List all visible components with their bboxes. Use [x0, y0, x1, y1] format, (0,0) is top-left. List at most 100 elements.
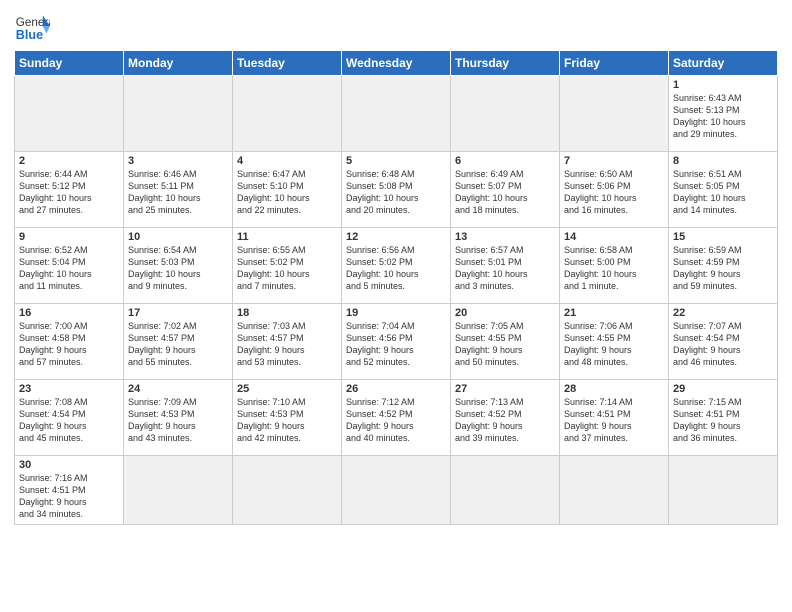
calendar-cell: 17Sunrise: 7:02 AM Sunset: 4:57 PM Dayli… — [124, 304, 233, 380]
day-number: 5 — [346, 155, 446, 167]
day-info: Sunrise: 6:52 AM Sunset: 5:04 PM Dayligh… — [19, 244, 119, 293]
calendar-cell: 27Sunrise: 7:13 AM Sunset: 4:52 PM Dayli… — [451, 380, 560, 456]
calendar-cell: 10Sunrise: 6:54 AM Sunset: 5:03 PM Dayli… — [124, 228, 233, 304]
day-info: Sunrise: 7:07 AM Sunset: 4:54 PM Dayligh… — [673, 320, 773, 369]
calendar-cell: 5Sunrise: 6:48 AM Sunset: 5:08 PM Daylig… — [342, 152, 451, 228]
calendar-week-6: 30Sunrise: 7:16 AM Sunset: 4:51 PM Dayli… — [15, 456, 778, 525]
col-header-sunday: Sunday — [15, 51, 124, 76]
day-info: Sunrise: 6:49 AM Sunset: 5:07 PM Dayligh… — [455, 168, 555, 217]
calendar-cell: 28Sunrise: 7:14 AM Sunset: 4:51 PM Dayli… — [560, 380, 669, 456]
day-number: 15 — [673, 231, 773, 243]
day-info: Sunrise: 6:47 AM Sunset: 5:10 PM Dayligh… — [237, 168, 337, 217]
day-info: Sunrise: 7:16 AM Sunset: 4:51 PM Dayligh… — [19, 472, 119, 521]
calendar-cell: 12Sunrise: 6:56 AM Sunset: 5:02 PM Dayli… — [342, 228, 451, 304]
calendar-cell — [451, 456, 560, 525]
day-info: Sunrise: 6:43 AM Sunset: 5:13 PM Dayligh… — [673, 92, 773, 141]
day-info: Sunrise: 6:44 AM Sunset: 5:12 PM Dayligh… — [19, 168, 119, 217]
calendar-cell — [342, 456, 451, 525]
day-info: Sunrise: 6:46 AM Sunset: 5:11 PM Dayligh… — [128, 168, 228, 217]
day-number: 23 — [19, 383, 119, 395]
calendar-cell: 11Sunrise: 6:55 AM Sunset: 5:02 PM Dayli… — [233, 228, 342, 304]
calendar-cell: 25Sunrise: 7:10 AM Sunset: 4:53 PM Dayli… — [233, 380, 342, 456]
svg-text:Blue: Blue — [16, 28, 43, 42]
calendar-cell — [560, 76, 669, 152]
calendar-cell: 21Sunrise: 7:06 AM Sunset: 4:55 PM Dayli… — [560, 304, 669, 380]
day-info: Sunrise: 7:04 AM Sunset: 4:56 PM Dayligh… — [346, 320, 446, 369]
day-info: Sunrise: 7:08 AM Sunset: 4:54 PM Dayligh… — [19, 396, 119, 445]
day-number: 19 — [346, 307, 446, 319]
logo: General Blue — [14, 10, 50, 46]
day-number: 30 — [19, 459, 119, 471]
day-info: Sunrise: 7:03 AM Sunset: 4:57 PM Dayligh… — [237, 320, 337, 369]
day-number: 21 — [564, 307, 664, 319]
calendar-cell — [124, 76, 233, 152]
day-info: Sunrise: 6:55 AM Sunset: 5:02 PM Dayligh… — [237, 244, 337, 293]
calendar-cell: 4Sunrise: 6:47 AM Sunset: 5:10 PM Daylig… — [233, 152, 342, 228]
calendar-cell: 16Sunrise: 7:00 AM Sunset: 4:58 PM Dayli… — [15, 304, 124, 380]
calendar-cell: 8Sunrise: 6:51 AM Sunset: 5:05 PM Daylig… — [669, 152, 778, 228]
day-info: Sunrise: 6:54 AM Sunset: 5:03 PM Dayligh… — [128, 244, 228, 293]
calendar-cell: 19Sunrise: 7:04 AM Sunset: 4:56 PM Dayli… — [342, 304, 451, 380]
calendar-cell — [233, 76, 342, 152]
day-info: Sunrise: 7:02 AM Sunset: 4:57 PM Dayligh… — [128, 320, 228, 369]
day-number: 17 — [128, 307, 228, 319]
calendar-week-5: 23Sunrise: 7:08 AM Sunset: 4:54 PM Dayli… — [15, 380, 778, 456]
header: General Blue — [14, 10, 778, 46]
day-info: Sunrise: 7:12 AM Sunset: 4:52 PM Dayligh… — [346, 396, 446, 445]
day-number: 2 — [19, 155, 119, 167]
calendar-header-row: SundayMondayTuesdayWednesdayThursdayFrid… — [15, 51, 778, 76]
day-number: 14 — [564, 231, 664, 243]
day-number: 22 — [673, 307, 773, 319]
calendar-cell: 6Sunrise: 6:49 AM Sunset: 5:07 PM Daylig… — [451, 152, 560, 228]
calendar-cell: 1Sunrise: 6:43 AM Sunset: 5:13 PM Daylig… — [669, 76, 778, 152]
col-header-friday: Friday — [560, 51, 669, 76]
calendar-cell — [342, 76, 451, 152]
calendar-cell: 2Sunrise: 6:44 AM Sunset: 5:12 PM Daylig… — [15, 152, 124, 228]
calendar-cell — [15, 76, 124, 152]
calendar-week-1: 1Sunrise: 6:43 AM Sunset: 5:13 PM Daylig… — [15, 76, 778, 152]
day-number: 24 — [128, 383, 228, 395]
calendar-cell: 26Sunrise: 7:12 AM Sunset: 4:52 PM Dayli… — [342, 380, 451, 456]
day-info: Sunrise: 7:06 AM Sunset: 4:55 PM Dayligh… — [564, 320, 664, 369]
calendar: SundayMondayTuesdayWednesdayThursdayFrid… — [14, 50, 778, 525]
day-info: Sunrise: 7:15 AM Sunset: 4:51 PM Dayligh… — [673, 396, 773, 445]
day-number: 27 — [455, 383, 555, 395]
calendar-cell: 9Sunrise: 6:52 AM Sunset: 5:04 PM Daylig… — [15, 228, 124, 304]
col-header-tuesday: Tuesday — [233, 51, 342, 76]
calendar-cell — [233, 456, 342, 525]
day-number: 25 — [237, 383, 337, 395]
day-number: 16 — [19, 307, 119, 319]
day-number: 8 — [673, 155, 773, 167]
calendar-cell: 29Sunrise: 7:15 AM Sunset: 4:51 PM Dayli… — [669, 380, 778, 456]
logo-icon: General Blue — [14, 10, 50, 46]
page: General Blue SundayMondayTuesdayWednesda… — [0, 0, 792, 612]
col-header-saturday: Saturday — [669, 51, 778, 76]
calendar-cell: 30Sunrise: 7:16 AM Sunset: 4:51 PM Dayli… — [15, 456, 124, 525]
calendar-cell: 7Sunrise: 6:50 AM Sunset: 5:06 PM Daylig… — [560, 152, 669, 228]
calendar-cell: 13Sunrise: 6:57 AM Sunset: 5:01 PM Dayli… — [451, 228, 560, 304]
calendar-cell: 22Sunrise: 7:07 AM Sunset: 4:54 PM Dayli… — [669, 304, 778, 380]
calendar-cell: 15Sunrise: 6:59 AM Sunset: 4:59 PM Dayli… — [669, 228, 778, 304]
calendar-cell: 18Sunrise: 7:03 AM Sunset: 4:57 PM Dayli… — [233, 304, 342, 380]
day-number: 18 — [237, 307, 337, 319]
day-info: Sunrise: 7:10 AM Sunset: 4:53 PM Dayligh… — [237, 396, 337, 445]
day-info: Sunrise: 6:51 AM Sunset: 5:05 PM Dayligh… — [673, 168, 773, 217]
day-info: Sunrise: 7:09 AM Sunset: 4:53 PM Dayligh… — [128, 396, 228, 445]
day-number: 9 — [19, 231, 119, 243]
col-header-thursday: Thursday — [451, 51, 560, 76]
day-info: Sunrise: 7:13 AM Sunset: 4:52 PM Dayligh… — [455, 396, 555, 445]
calendar-cell — [669, 456, 778, 525]
col-header-monday: Monday — [124, 51, 233, 76]
calendar-cell — [560, 456, 669, 525]
calendar-cell: 14Sunrise: 6:58 AM Sunset: 5:00 PM Dayli… — [560, 228, 669, 304]
day-info: Sunrise: 6:50 AM Sunset: 5:06 PM Dayligh… — [564, 168, 664, 217]
day-info: Sunrise: 6:57 AM Sunset: 5:01 PM Dayligh… — [455, 244, 555, 293]
day-info: Sunrise: 7:05 AM Sunset: 4:55 PM Dayligh… — [455, 320, 555, 369]
day-info: Sunrise: 7:14 AM Sunset: 4:51 PM Dayligh… — [564, 396, 664, 445]
day-info: Sunrise: 6:56 AM Sunset: 5:02 PM Dayligh… — [346, 244, 446, 293]
calendar-cell: 24Sunrise: 7:09 AM Sunset: 4:53 PM Dayli… — [124, 380, 233, 456]
calendar-cell: 23Sunrise: 7:08 AM Sunset: 4:54 PM Dayli… — [15, 380, 124, 456]
day-number: 12 — [346, 231, 446, 243]
calendar-cell: 3Sunrise: 6:46 AM Sunset: 5:11 PM Daylig… — [124, 152, 233, 228]
calendar-cell — [451, 76, 560, 152]
